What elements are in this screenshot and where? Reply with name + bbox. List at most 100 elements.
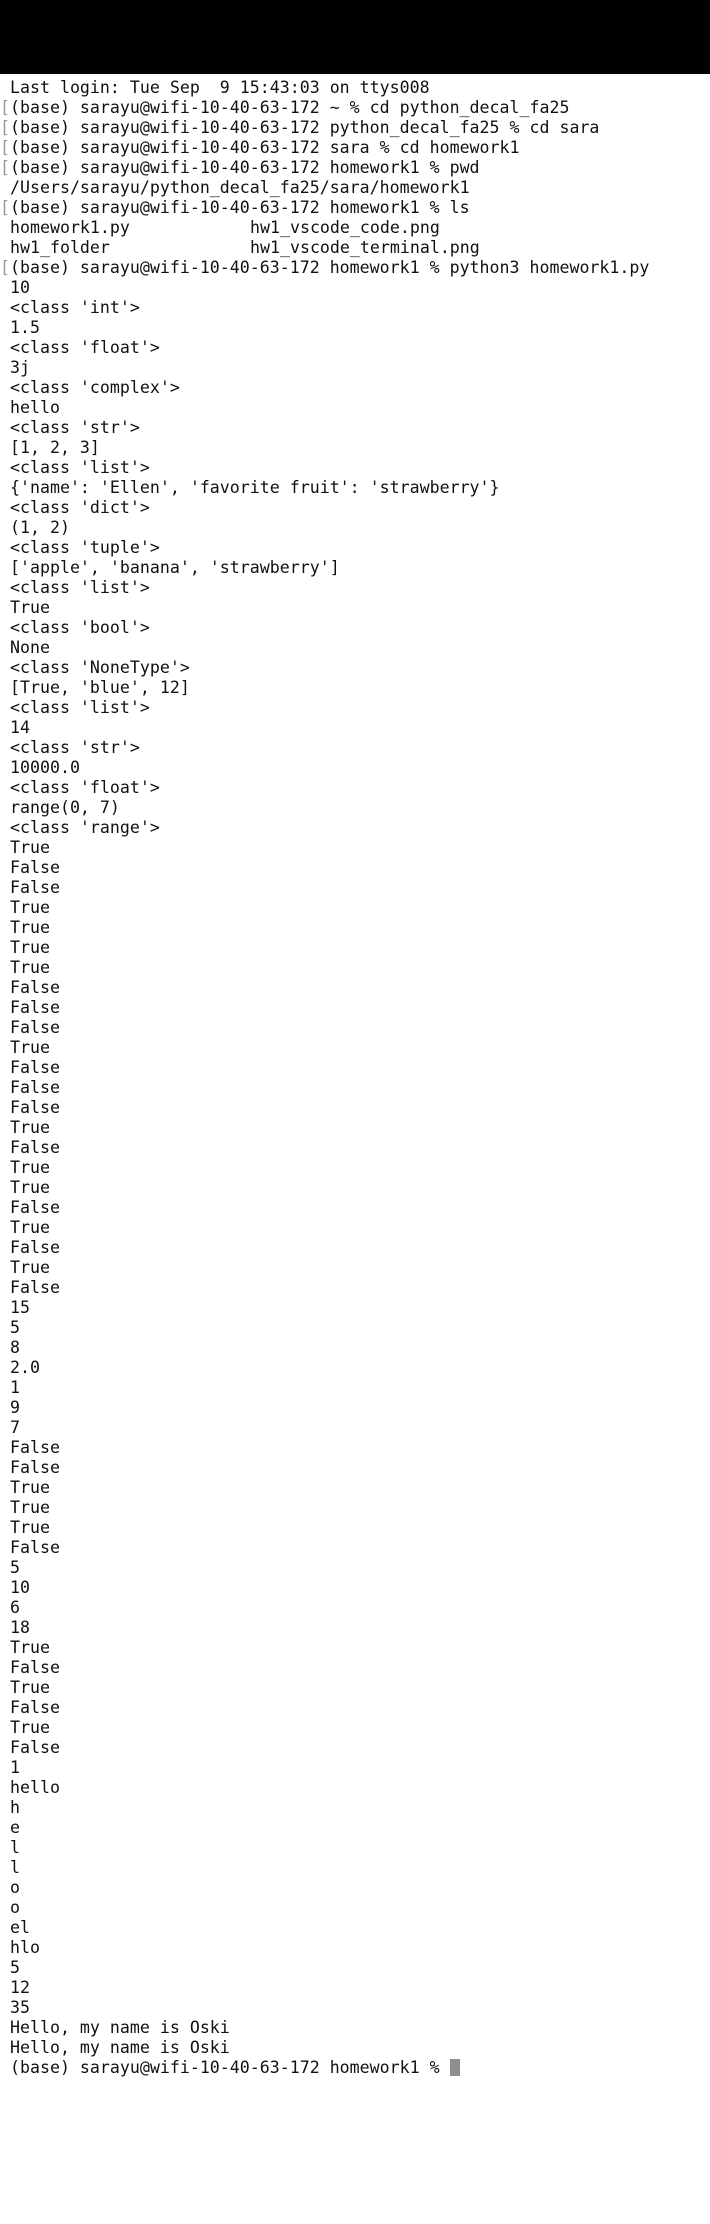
- terminal-output[interactable]: Last login: Tue Sep 9 15:43:03 on ttys00…: [0, 78, 710, 2224]
- terminal-line: True: [0, 958, 710, 978]
- terminal-line: e: [0, 1818, 710, 1838]
- terminal-line: False: [0, 978, 710, 998]
- terminal-line: 1: [0, 1378, 710, 1398]
- terminal-line: Last login: Tue Sep 9 15:43:03 on ttys00…: [0, 78, 710, 98]
- terminal-line: 1: [0, 1758, 710, 1778]
- line-text: 15: [10, 1298, 30, 1317]
- line-text: False: [10, 1538, 60, 1557]
- line-text: True: [10, 1118, 50, 1137]
- terminal-line: False: [0, 1658, 710, 1678]
- line-text: l: [10, 1838, 20, 1857]
- terminal-line: 5: [0, 1958, 710, 1978]
- terminal-line: False: [0, 858, 710, 878]
- line-text: False: [10, 1738, 60, 1757]
- terminal-line: True: [0, 898, 710, 918]
- terminal-lines: Last login: Tue Sep 9 15:43:03 on ttys00…: [0, 78, 710, 2058]
- line-text: True: [10, 1158, 50, 1177]
- line-text: True: [10, 838, 50, 857]
- line-text: o: [10, 1878, 20, 1897]
- terminal-line: <class 'list'>: [0, 578, 710, 598]
- terminal-line: Hello, my name is Oski: [0, 2018, 710, 2038]
- window-title-bar: [0, 0, 710, 74]
- terminal-line: 1.5: [0, 318, 710, 338]
- line-text: <class 'NoneType'>: [10, 658, 190, 677]
- terminal-line: hello: [0, 398, 710, 418]
- line-text: False: [10, 1138, 60, 1157]
- terminal-line: False: [0, 878, 710, 898]
- terminal-line: False: [0, 1438, 710, 1458]
- line-text: 10: [10, 278, 30, 297]
- line-text: <class 'complex'>: [10, 378, 180, 397]
- terminal-line: 15: [0, 1298, 710, 1318]
- terminal-line: False: [0, 1098, 710, 1118]
- line-text: Hello, my name is Oski: [10, 2038, 230, 2057]
- line-text: True: [10, 898, 50, 917]
- terminal-line: 2.0: [0, 1358, 710, 1378]
- terminal-line: <class 'range'>: [0, 818, 710, 838]
- terminal-line: 12: [0, 1978, 710, 1998]
- terminal-line: False: [0, 1238, 710, 1258]
- line-text: o: [10, 1898, 20, 1917]
- line-text: False: [10, 1078, 60, 1097]
- line-text: True: [10, 1638, 50, 1657]
- terminal-line: [(base) sarayu@wifi-10-40-63-172 homewor…: [0, 198, 710, 218]
- terminal-line: <class 'NoneType'>: [0, 658, 710, 678]
- command-mark: [: [0, 98, 10, 117]
- line-text: 5: [10, 1958, 20, 1977]
- terminal-line: True: [0, 1158, 710, 1178]
- line-text: True: [10, 1178, 50, 1197]
- terminal-line: l: [0, 1838, 710, 1858]
- line-text: True: [10, 918, 50, 937]
- terminal-line: <class 'bool'>: [0, 618, 710, 638]
- line-text: 5: [10, 1318, 20, 1337]
- terminal-line: /Users/sarayu/python_decal_fa25/sara/hom…: [0, 178, 710, 198]
- terminal-line: 35: [0, 1998, 710, 2018]
- line-text: (base) sarayu@wifi-10-40-63-172 sara % c…: [10, 138, 520, 157]
- line-text: /Users/sarayu/python_decal_fa25/sara/hom…: [10, 178, 470, 197]
- line-text: True: [10, 1518, 50, 1537]
- line-text: False: [10, 1058, 60, 1077]
- line-text: <class 'float'>: [10, 338, 160, 357]
- terminal-line: {'name': 'Ellen', 'favorite fruit': 'str…: [0, 478, 710, 498]
- line-text: <class 'float'>: [10, 778, 160, 797]
- terminal-line: (1, 2): [0, 518, 710, 538]
- line-text: <class 'range'>: [10, 818, 160, 837]
- terminal-line: True: [0, 938, 710, 958]
- line-text: <class 'int'>: [10, 298, 140, 317]
- terminal-line: h: [0, 1798, 710, 1818]
- line-text: ['apple', 'banana', 'strawberry']: [10, 558, 340, 577]
- terminal-line: <class 'str'>: [0, 418, 710, 438]
- terminal-line: False: [0, 1078, 710, 1098]
- line-text: <class 'list'>: [10, 698, 150, 717]
- terminal-line: <class 'str'>: [0, 738, 710, 758]
- line-text: hello: [10, 1778, 60, 1797]
- terminal-line: False: [0, 1698, 710, 1718]
- line-text: h: [10, 1798, 20, 1817]
- terminal-line: o: [0, 1878, 710, 1898]
- terminal-line: False: [0, 1458, 710, 1478]
- terminal-line: o: [0, 1898, 710, 1918]
- terminal-line: 14: [0, 718, 710, 738]
- terminal-line: <class 'int'>: [0, 298, 710, 318]
- terminal-line: 3j: [0, 358, 710, 378]
- line-text: [True, 'blue', 12]: [10, 678, 190, 697]
- terminal-line: hello: [0, 1778, 710, 1798]
- terminal-line: 8: [0, 1338, 710, 1358]
- terminal-line: [(base) sarayu@wifi-10-40-63-172 ~ % cd …: [0, 98, 710, 118]
- line-text: 8: [10, 1338, 20, 1357]
- line-text: False: [10, 878, 60, 897]
- line-text: True: [10, 1038, 50, 1057]
- terminal-line: None: [0, 638, 710, 658]
- line-text: False: [10, 1698, 60, 1717]
- terminal-line: True: [0, 1258, 710, 1278]
- terminal-prompt-line[interactable]: (base) sarayu@wifi-10-40-63-172 homework…: [0, 2058, 460, 2078]
- line-text: True: [10, 1258, 50, 1277]
- line-text: False: [10, 978, 60, 997]
- line-text: hlo: [10, 1938, 40, 1957]
- terminal-line: True: [0, 1118, 710, 1138]
- line-text: False: [10, 1238, 60, 1257]
- line-text: [1, 2, 3]: [10, 438, 100, 457]
- line-text: 1: [10, 1378, 20, 1397]
- terminal-line: True: [0, 1218, 710, 1238]
- line-text: False: [10, 1658, 60, 1677]
